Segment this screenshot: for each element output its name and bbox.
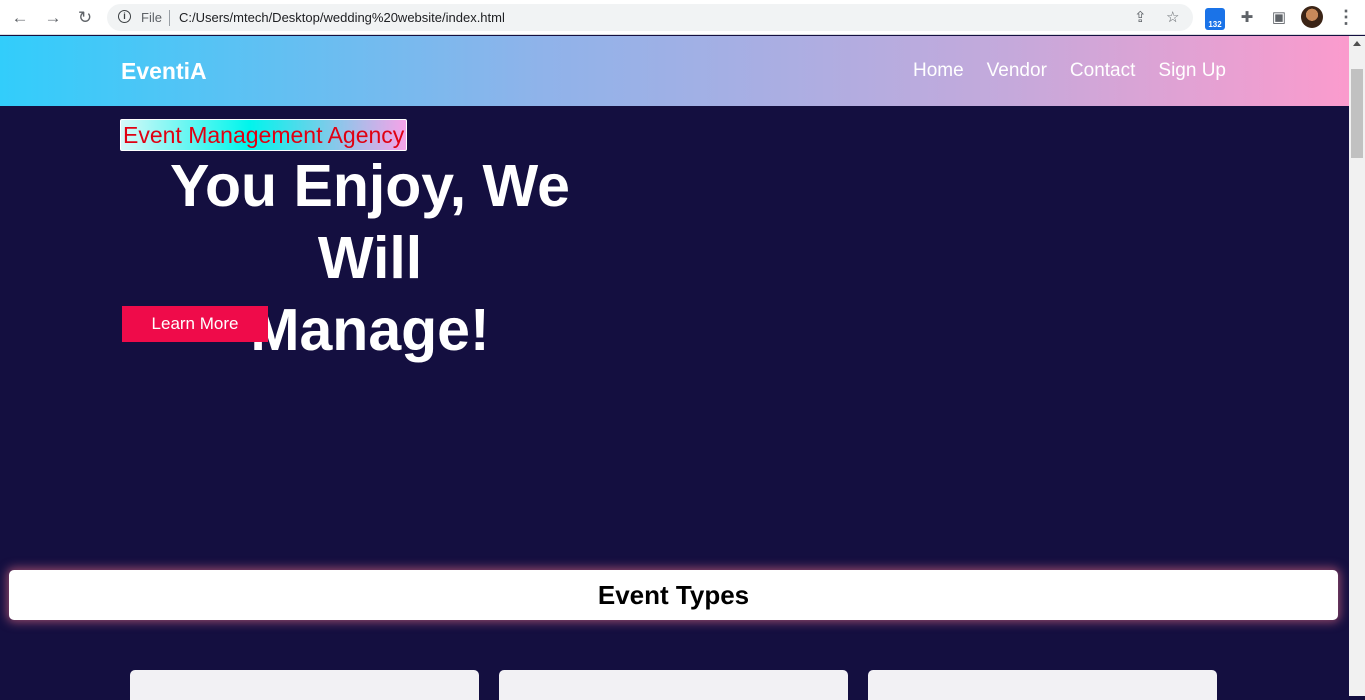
event-types-title: Event Types [597,579,750,610]
learn-more-button[interactable]: Learn More [122,306,268,342]
puzzle-icon[interactable]: ✚ [1236,6,1258,28]
address-bar[interactable]: i File C:/Users/mtech/Desktop/wedding%20… [107,4,1193,31]
site-header: EventiA Home Vendor Contact Sign Up [0,36,1349,106]
brand-logo[interactable]: EventiA [121,58,207,85]
hero-tagline: Event Management Agency [120,119,408,151]
event-types-banner: Event Types [9,570,1338,620]
nav-sign-up[interactable]: Sign Up [1158,60,1226,82]
extension-badge-count: 132 [1208,20,1222,29]
nav-contact[interactable]: Contact [1070,60,1135,82]
browser-toolbar: ← → ↻ i File C:/Users/mtech/Desktop/wedd… [0,0,1365,35]
omnibox-separator [169,10,170,26]
hero-title-line2: Manage! [250,297,490,363]
hero-title-line1: You Enjoy, We Will [170,153,570,291]
reload-icon[interactable]: ↻ [74,7,96,29]
extension-badge-icon[interactable]: 132 [1205,8,1225,30]
forward-icon[interactable]: → [42,7,64,29]
kebab-menu-icon[interactable]: ⋮ [1337,7,1355,29]
share-icon[interactable]: ⇪ [1134,8,1147,26]
scroll-thumb[interactable] [1351,69,1363,158]
nav-home[interactable]: Home [913,60,964,82]
info-icon[interactable]: i [118,10,131,23]
avatar[interactable] [1301,6,1323,28]
side-panel-icon[interactable]: ▣ [1268,6,1290,28]
back-icon[interactable]: ← [9,7,31,29]
file-label: File [141,10,162,25]
star-icon[interactable]: ☆ [1166,8,1179,26]
url-text[interactable]: C:/Users/mtech/Desktop/wedding%20website… [179,10,505,25]
nav-vendor[interactable]: Vendor [987,60,1047,82]
main-nav: Home Vendor Contact Sign Up [913,60,1226,82]
page-scrollbar[interactable] [1349,36,1365,696]
scroll-up-icon[interactable] [1353,41,1361,46]
